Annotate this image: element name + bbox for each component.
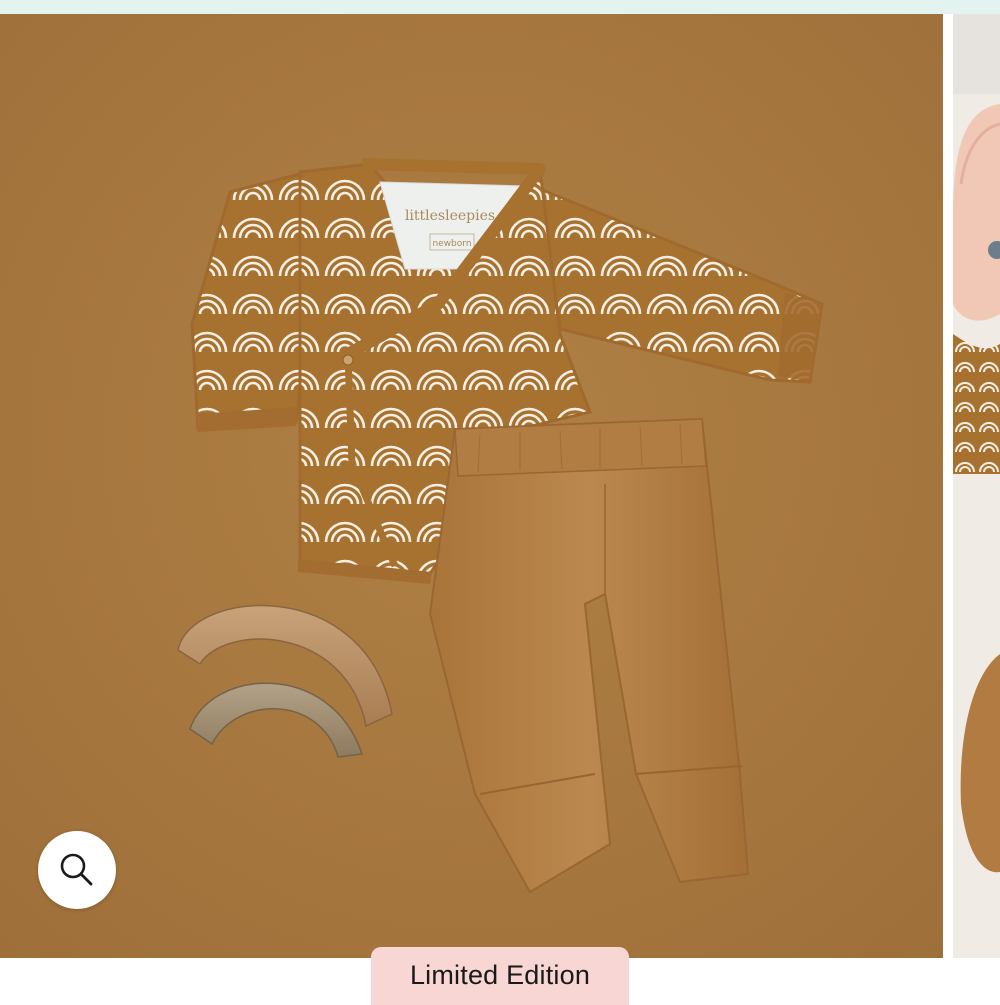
product-image-gallery[interactable]: littlesleepies newborn — [0, 14, 1000, 958]
next-photo — [953, 14, 1000, 958]
magnifier-icon — [58, 851, 96, 889]
limited-edition-label: Limited Edition — [409, 960, 591, 990]
product-image-main[interactable]: littlesleepies newborn — [0, 14, 943, 958]
shirt-tag-brand: littlesleepies — [405, 208, 495, 224]
product-photo: littlesleepies newborn — [0, 14, 943, 958]
product-image-next-preview[interactable] — [953, 14, 1000, 958]
limited-edition-badge: Limited Edition — [371, 947, 629, 1005]
zoom-button[interactable] — [38, 831, 116, 909]
shirt-tag-size: newborn — [432, 239, 471, 249]
top-strip — [0, 0, 1000, 14]
